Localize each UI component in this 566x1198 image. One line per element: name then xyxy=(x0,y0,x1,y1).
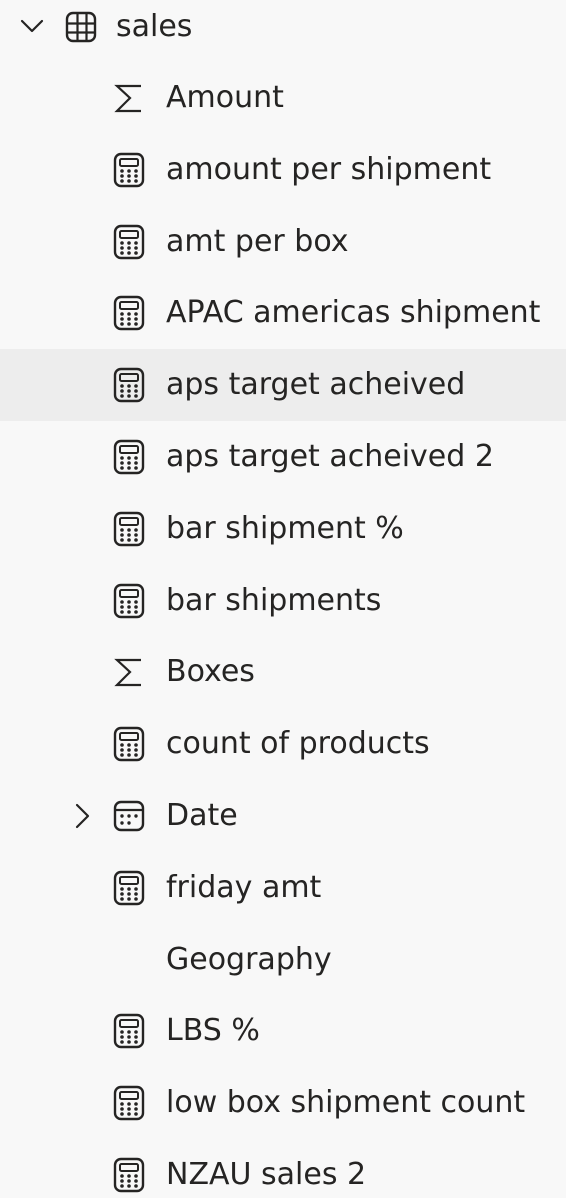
field-item[interactable]: count of products xyxy=(0,708,566,780)
field-item[interactable]: friday amt xyxy=(0,852,566,924)
calculator-icon xyxy=(112,152,148,188)
field-item[interactable]: Boxes xyxy=(0,636,566,708)
chevron-right-icon[interactable] xyxy=(68,802,96,830)
chevron-down-icon[interactable] xyxy=(18,12,46,40)
field-item[interactable]: Geography xyxy=(0,924,566,996)
field-item[interactable]: Date xyxy=(0,780,566,852)
field-label: NZAU sales 2 xyxy=(166,1157,367,1192)
table-name: sales xyxy=(116,9,193,44)
field-label: amount per shipment xyxy=(166,152,492,187)
field-label: bar shipments xyxy=(166,583,382,618)
calculator-icon xyxy=(112,583,148,619)
field-item[interactable]: low box shipment count xyxy=(0,1067,566,1139)
field-item[interactable]: amount per shipment xyxy=(0,134,566,206)
field-label: Amount xyxy=(166,80,284,115)
calendar-icon xyxy=(112,798,148,834)
field-item[interactable]: NZAU sales 2 xyxy=(0,1139,566,1198)
field-item[interactable]: amt per box xyxy=(0,206,566,278)
calculator-icon xyxy=(112,511,148,547)
sigma-icon xyxy=(112,654,148,690)
field-item[interactable]: aps target acheived 2 xyxy=(0,421,566,493)
field-item[interactable]: LBS % xyxy=(0,995,566,1067)
field-item[interactable]: bar shipment % xyxy=(0,493,566,565)
field-item[interactable]: aps target acheived xyxy=(0,349,566,421)
field-label: aps target acheived 2 xyxy=(166,439,494,474)
field-label: bar shipment % xyxy=(166,511,404,546)
field-label: Date xyxy=(166,798,238,833)
calculator-icon xyxy=(112,870,148,906)
calculator-icon xyxy=(112,1085,148,1121)
calculator-icon xyxy=(112,1013,148,1049)
field-label: count of products xyxy=(166,726,430,761)
field-item[interactable]: bar shipments xyxy=(0,565,566,637)
field-label: Boxes xyxy=(166,654,255,689)
field-item[interactable]: APAC americas shipment xyxy=(0,277,566,349)
field-label: low box shipment count xyxy=(166,1085,526,1120)
field-label: amt per box xyxy=(166,224,349,259)
table-row-sales[interactable]: sales xyxy=(0,0,566,56)
field-label: friday amt xyxy=(166,870,322,905)
fields-pane: sales Amount amount per shipment amt per b… xyxy=(0,0,566,1198)
field-label: APAC americas shipment xyxy=(166,295,541,330)
calculator-icon xyxy=(112,1157,148,1193)
calculator-icon xyxy=(112,295,148,331)
calculator-icon xyxy=(112,224,148,260)
calculator-icon xyxy=(112,439,148,475)
field-label: LBS % xyxy=(166,1013,260,1048)
sigma-icon xyxy=(112,80,148,116)
field-item[interactable]: Amount xyxy=(0,62,566,134)
calculator-icon xyxy=(112,726,148,762)
field-label: Geography xyxy=(166,942,332,977)
calculator-icon xyxy=(112,367,148,403)
field-label: aps target acheived xyxy=(166,367,466,402)
table-grid-icon xyxy=(64,10,100,46)
